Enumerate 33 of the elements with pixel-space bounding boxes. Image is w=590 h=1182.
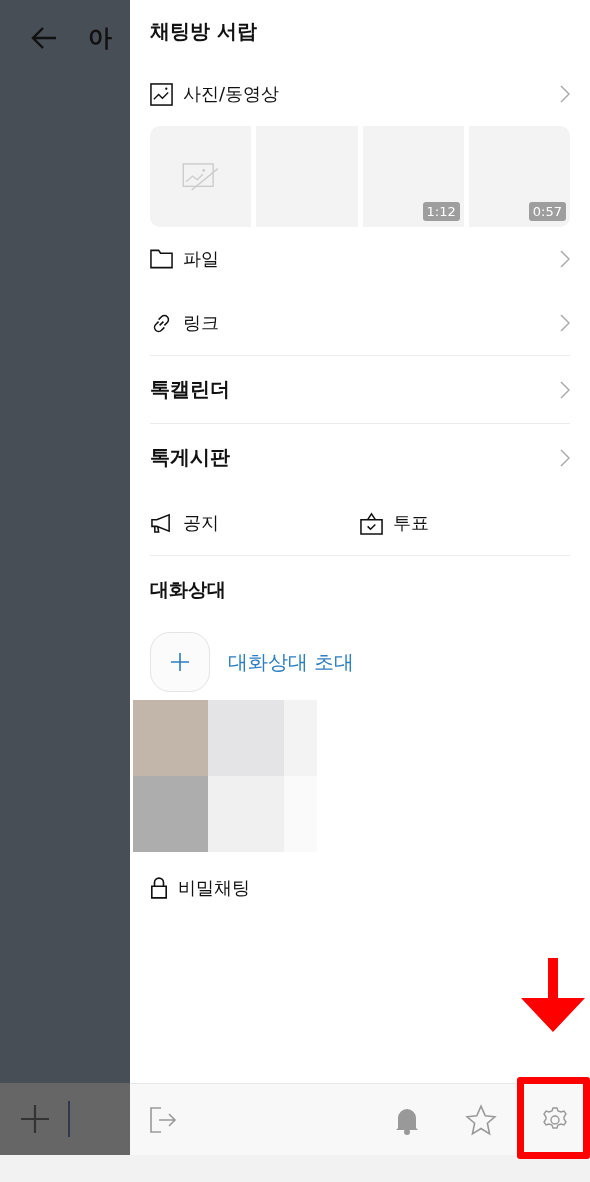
add-member-icon — [150, 632, 210, 692]
chevron-right-icon — [560, 448, 570, 467]
broken-image-icon — [181, 162, 220, 191]
invite-item[interactable]: 대화상대 초대 — [150, 624, 570, 700]
chevron-right-icon — [560, 85, 570, 103]
ballot-box-icon — [360, 511, 383, 535]
text-cursor — [68, 1101, 70, 1137]
media-thumbnail[interactable] — [150, 126, 252, 227]
chevron-right-icon — [560, 314, 570, 332]
drawer-item[interactable]: 톡캘린더 — [150, 356, 570, 423]
shortcut-item[interactable]: 공지 — [150, 511, 360, 535]
chevron-right-icon — [560, 380, 570, 399]
folder-icon — [150, 249, 173, 269]
plus-icon[interactable] — [20, 1104, 50, 1134]
exit-icon[interactable] — [149, 1105, 177, 1134]
drawer-item[interactable]: 링크 — [150, 291, 570, 355]
chat-title: 아 — [88, 23, 112, 54]
lock-icon — [150, 877, 168, 899]
drawer-title: 채팅방 서랍 — [150, 17, 258, 45]
image-icon — [150, 82, 173, 106]
chevron-right-icon — [560, 250, 570, 268]
shortcut-item[interactable]: 투표 — [360, 511, 570, 535]
section-title: 대화상대 — [150, 577, 227, 602]
drawer-item[interactable]: 톡게시판 — [150, 424, 570, 491]
down-arrow-icon — [521, 958, 585, 1032]
video-duration: 0:57 — [528, 202, 566, 221]
star-icon[interactable] — [465, 1103, 497, 1136]
drawer-item[interactable]: 파일 — [150, 227, 570, 291]
media-row[interactable]: 사진/동영상 — [150, 62, 570, 126]
secret-chat-item[interactable]: 비밀채팅 — [150, 852, 360, 924]
video-duration: 1:12 — [422, 202, 460, 221]
megaphone-icon — [150, 512, 173, 534]
back-arrow-icon[interactable] — [30, 26, 58, 50]
